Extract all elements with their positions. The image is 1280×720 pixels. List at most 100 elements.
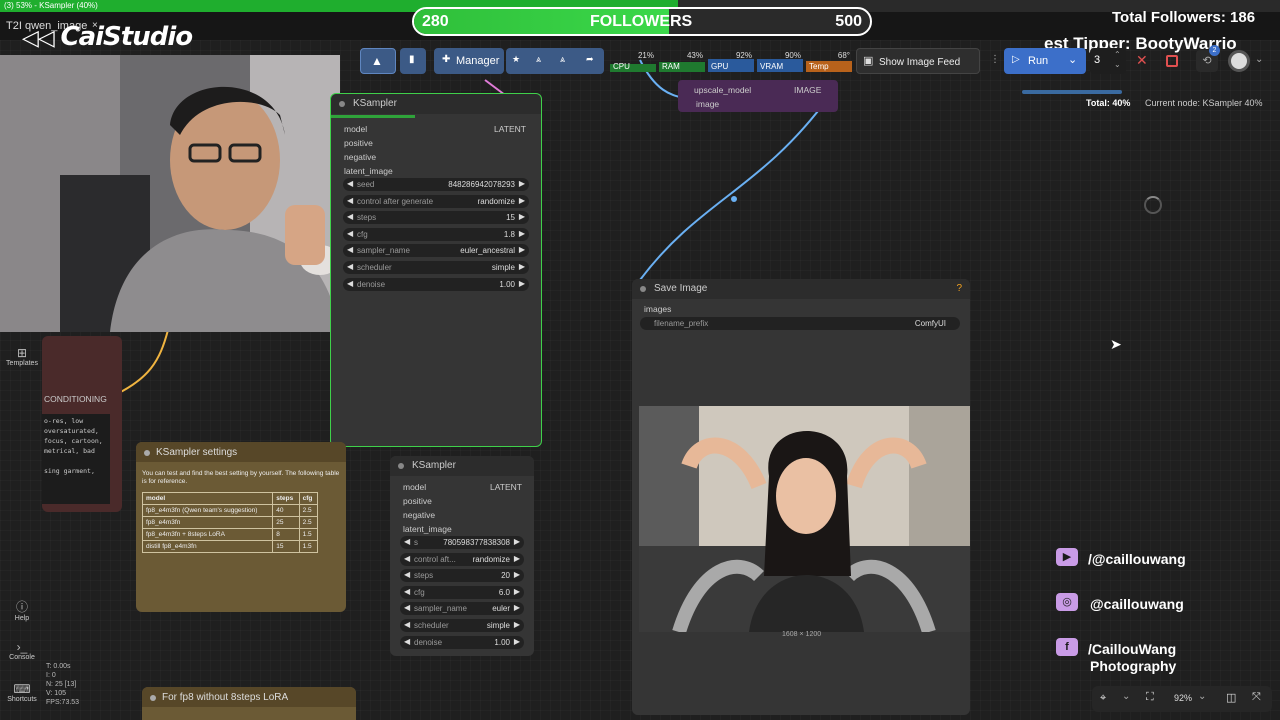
- avatar-chevron-icon[interactable]: ⌄: [1255, 54, 1263, 65]
- decrement-icon[interactable]: ◀: [404, 537, 410, 546]
- ksampler-settings-note[interactable]: KSampler settings You can test and find …: [136, 442, 346, 612]
- widget-scheduler[interactable]: ◀ scheduler simple ▶: [400, 619, 524, 632]
- decrement-icon[interactable]: ◀: [347, 212, 353, 221]
- increment-icon[interactable]: ▶: [519, 179, 525, 188]
- widget-cfg[interactable]: ◀ cfg 6.0 ▶: [400, 585, 524, 599]
- widget-s[interactable]: ◀ s 780598377838308 ▶: [400, 536, 524, 549]
- fit-view-icon[interactable]: ⛶: [1146, 691, 1154, 704]
- widget-control-aft[interactable]: ◀ control aft... randomize ▶: [400, 552, 524, 566]
- widget-denoise[interactable]: ◀ denoise 1.00 ▶: [343, 277, 529, 291]
- widget-control-after-generate[interactable]: ◀ control after generate randomize ▶: [343, 194, 529, 208]
- increment-icon[interactable]: ▶: [514, 637, 520, 646]
- decrement-icon[interactable]: ◀: [347, 245, 353, 254]
- ksampler-node-1[interactable]: KSampler model positive negative latent_ima…: [330, 93, 542, 447]
- input-model[interactable]: model: [344, 124, 367, 134]
- decrement-icon[interactable]: ◀: [347, 179, 353, 188]
- images-input[interactable]: images: [644, 304, 671, 314]
- increment-icon[interactable]: ▶: [514, 587, 520, 596]
- youtube-icon: ▶: [1056, 548, 1078, 566]
- increment-icon[interactable]: ▶: [519, 279, 525, 288]
- zoom-chevron-icon[interactable]: ⌄: [1198, 691, 1206, 702]
- increment-icon[interactable]: ▶: [519, 245, 525, 254]
- widget-scheduler[interactable]: ◀ scheduler simple ▶: [343, 261, 529, 274]
- prompt-text[interactable]: o-res, low oversaturated, focus, cartoon, m…: [42, 414, 110, 504]
- input-model[interactable]: model: [403, 482, 426, 492]
- help-icon[interactable]: ?: [956, 283, 962, 294]
- cancel-icon[interactable]: ✕: [1136, 52, 1148, 69]
- decrement-icon[interactable]: ◀: [404, 620, 410, 629]
- increment-icon[interactable]: ▶: [514, 603, 520, 612]
- input-positive[interactable]: positive: [344, 138, 373, 148]
- increment-icon[interactable]: ▶: [514, 570, 520, 579]
- run-button[interactable]: ▷ Run ⌄: [1004, 48, 1086, 74]
- comfy-logo-button[interactable]: ▲: [360, 48, 396, 74]
- sidebar-templates[interactable]: ⊞ Templates: [6, 346, 38, 367]
- user-avatar[interactable]: [1228, 50, 1250, 72]
- save-image-node[interactable]: Save Image ? images filename_prefix Comf…: [632, 279, 970, 715]
- widget-sampler-name[interactable]: ◀ sampler_name euler_ancestral ▶: [343, 244, 529, 258]
- decrement-icon[interactable]: ◀: [347, 262, 353, 271]
- ksampler-output[interactable]: LATENT: [494, 124, 526, 134]
- ksampler2-title[interactable]: KSampler: [390, 456, 534, 476]
- increment-icon[interactable]: ▶: [519, 212, 525, 221]
- input-latent-image[interactable]: latent_image: [403, 524, 452, 534]
- note-title[interactable]: KSampler settings: [136, 442, 346, 462]
- conditioning-node[interactable]: CONDITIONING o-res, low oversaturated, foc…: [42, 336, 122, 512]
- ksampler2-output[interactable]: LATENT: [490, 482, 522, 492]
- filename-prefix-field[interactable]: filename_prefix ComfyUI: [640, 317, 960, 330]
- increment-icon[interactable]: ▶: [514, 620, 520, 629]
- manager-extra-buttons[interactable]: ★ ⩓ ⩓ ➦: [506, 48, 604, 74]
- link-visibility-icon[interactable]: ⤧: [1252, 691, 1261, 704]
- show-image-feed-button[interactable]: ▣ Show Image Feed: [856, 48, 980, 74]
- input-negative[interactable]: negative: [344, 152, 376, 162]
- sidebar-console[interactable]: ›_ Console: [6, 640, 38, 661]
- widget-denoise[interactable]: ◀ denoise 1.00 ▶: [400, 635, 524, 649]
- save-image-title[interactable]: Save Image: [632, 279, 970, 299]
- decrement-icon[interactable]: ◀: [404, 570, 410, 579]
- input-negative[interactable]: negative: [403, 510, 435, 520]
- sidebar-shortcuts[interactable]: ⌨ Shortcuts: [6, 682, 38, 703]
- zoom-level[interactable]: 92%: [1174, 693, 1192, 703]
- decrement-icon[interactable]: ◀: [347, 196, 353, 205]
- decrement-icon[interactable]: ◀: [404, 554, 410, 563]
- chevron-down-icon[interactable]: ⌄: [1068, 53, 1077, 66]
- batch-count-input[interactable]: 3 ⌃ ⌄: [1090, 48, 1126, 74]
- increment-icon[interactable]: ▶: [514, 554, 520, 563]
- keyboard-icon: ⌨: [13, 682, 31, 696]
- tool-chevron-icon[interactable]: ⌄: [1122, 691, 1130, 702]
- input-latent-image[interactable]: latent_image: [344, 166, 393, 176]
- input-positive[interactable]: positive: [403, 496, 432, 506]
- upscale-image-input[interactable]: image: [696, 99, 719, 109]
- increment-icon[interactable]: ▶: [519, 229, 525, 238]
- select-tool-icon[interactable]: ⌖: [1100, 692, 1106, 705]
- decrement-icon[interactable]: ◀: [347, 279, 353, 288]
- decrement-icon[interactable]: ◀: [347, 229, 353, 238]
- decrement-icon[interactable]: ◀: [404, 603, 410, 612]
- ksampler-node-2[interactable]: KSampler model positive negative latent_ima…: [390, 456, 534, 656]
- upscale-output[interactable]: IMAGE: [794, 85, 821, 95]
- output-image-preview[interactable]: [639, 406, 970, 632]
- ksampler-title[interactable]: KSampler: [331, 94, 541, 114]
- widget-cfg[interactable]: ◀ cfg 1.8 ▶: [343, 227, 529, 241]
- widget-steps[interactable]: ◀ steps 15 ▶: [343, 211, 529, 225]
- widget-seed[interactable]: ◀ seed 848286942078293 ▶: [343, 178, 529, 191]
- increment-icon[interactable]: ▶: [514, 537, 520, 546]
- widget-label: denoise: [414, 637, 443, 647]
- meter-gpu: GPU 92%: [708, 50, 754, 72]
- lora-note[interactable]: For fp8 without 8steps LoRA: [142, 687, 356, 720]
- widget-sampler-name[interactable]: ◀ sampler_name euler ▶: [400, 602, 524, 616]
- lora-note-title[interactable]: For fp8 without 8steps LoRA: [142, 687, 356, 707]
- stepper-icon[interactable]: ⌃ ⌄: [1114, 50, 1121, 70]
- manager-button[interactable]: ✚ Manager: [434, 48, 504, 74]
- increment-icon[interactable]: ▶: [519, 262, 525, 271]
- stop-icon[interactable]: [1166, 55, 1178, 67]
- decrement-icon[interactable]: ◀: [404, 637, 410, 646]
- sidebar-help[interactable]: ⓘ Help: [6, 598, 38, 622]
- increment-icon[interactable]: ▶: [519, 196, 525, 205]
- bookmark-button[interactable]: ▮: [400, 48, 426, 74]
- minimap-icon[interactable]: ◫: [1226, 691, 1236, 704]
- widget-steps[interactable]: ◀ steps 20 ▶: [400, 569, 524, 583]
- upscale-node[interactable]: upscale_model image IMAGE: [678, 80, 838, 112]
- upscale-model-input[interactable]: upscale_model: [694, 85, 751, 95]
- decrement-icon[interactable]: ◀: [404, 587, 410, 596]
